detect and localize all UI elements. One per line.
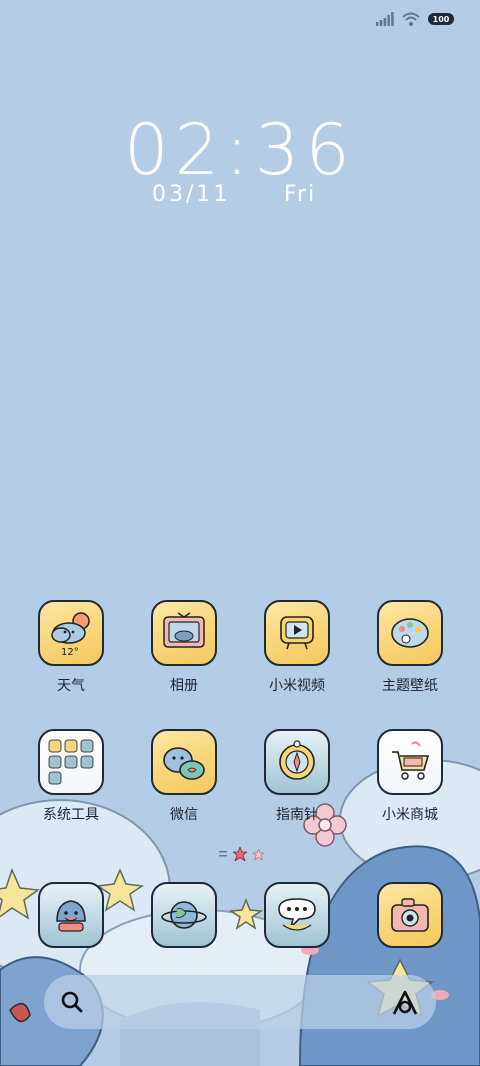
gallery-icon: [151, 600, 217, 666]
compass-icon: [264, 729, 330, 795]
phone-shark-icon: [38, 882, 104, 948]
messages-bubble-icon: [264, 882, 330, 948]
app-themes[interactable]: 主题壁纸: [360, 600, 460, 695]
app-label: 系统工具: [43, 807, 99, 823]
dock-messages[interactable]: [247, 882, 347, 948]
app-mi-video[interactable]: 小米视频: [247, 600, 347, 695]
wifi-icon: [402, 12, 420, 26]
clock-date: 03/11: [152, 182, 231, 207]
app-label: 指南针: [276, 807, 318, 823]
page-indicator[interactable]: [219, 847, 264, 861]
camera-icon: [377, 882, 443, 948]
weather-icon: 12°: [38, 600, 104, 666]
signal-icon: [376, 12, 394, 26]
app-label: 小米商城: [382, 807, 438, 823]
app-label: 小米视频: [269, 678, 325, 694]
app-compass[interactable]: 指南针: [247, 729, 347, 824]
pages-menu-icon: [219, 851, 227, 857]
battery-level: 100: [432, 14, 450, 24]
dock-browser[interactable]: [134, 882, 234, 948]
clock-time: 02:36: [124, 109, 356, 191]
app-label: 主题壁纸: [382, 678, 438, 694]
app-weather[interactable]: 12° 天气: [21, 600, 121, 695]
themes-icon: [377, 600, 443, 666]
svg-text:12°: 12°: [61, 647, 79, 658]
status-bar: 100: [376, 12, 454, 26]
wechat-icon: [151, 729, 217, 795]
page-dot-icon: [253, 848, 264, 860]
app-label: 相册: [170, 678, 198, 694]
app-gallery[interactable]: 相册: [134, 600, 234, 695]
app-wechat[interactable]: 微信: [134, 729, 234, 824]
tools-folder-icon: [38, 729, 104, 795]
search-icon[interactable]: [60, 990, 84, 1014]
assistant-icon[interactable]: [390, 988, 420, 1018]
clock-weekday: Fri: [284, 182, 317, 207]
video-icon: [264, 600, 330, 666]
app-system-tools[interactable]: 系统工具: [21, 729, 121, 824]
app-label: 天气: [57, 678, 85, 694]
app-label: 微信: [170, 807, 198, 823]
browser-planet-icon: [151, 882, 217, 948]
dock-phone[interactable]: [21, 882, 121, 948]
search-bar[interactable]: [44, 975, 436, 1029]
mi-store-icon: [377, 729, 443, 795]
battery-icon: 100: [428, 13, 454, 25]
page-dot-active-icon: [233, 847, 247, 861]
dock-camera[interactable]: [360, 882, 460, 948]
app-mi-store[interactable]: 小米商城: [360, 729, 460, 824]
